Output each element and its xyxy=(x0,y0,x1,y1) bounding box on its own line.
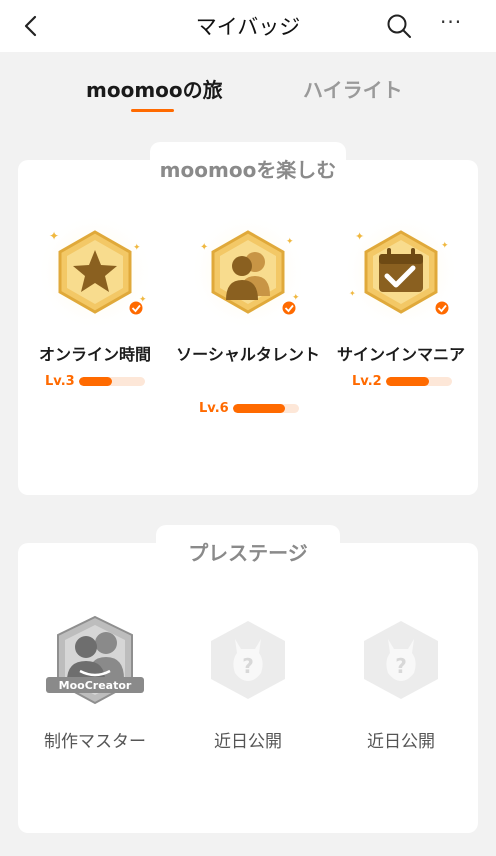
calendar-check-icon: ✦ ✦ ✦ xyxy=(343,214,459,330)
star-icon: ✦ ✦ ✦ xyxy=(37,214,153,330)
badge-coming-soon-1[interactable]: ? 近日公開 xyxy=(173,605,323,755)
moocreator-badge-icon: MooCreator xyxy=(46,615,144,705)
level-row: Lv.6 xyxy=(199,401,299,416)
svg-text:?: ? xyxy=(395,654,407,678)
tab-moomoo-journey[interactable]: moomooの旅 xyxy=(86,74,223,103)
level-progress-fill xyxy=(385,377,429,386)
page-title: マイバッジ xyxy=(195,15,301,39)
section-title-enjoy: moomooを楽しむ xyxy=(150,142,346,186)
badge-name: 近日公開 xyxy=(367,732,435,752)
svg-text:✦: ✦ xyxy=(133,243,141,253)
badge-name: 近日公開 xyxy=(214,732,282,752)
svg-text:✦: ✦ xyxy=(286,237,294,247)
badge-name: オンライン時間 xyxy=(38,345,151,364)
svg-text:✦: ✦ xyxy=(200,242,208,253)
question-badge-icon: ? xyxy=(211,621,285,699)
emblem-text: MooCreator xyxy=(59,679,132,692)
tab-bar: moomooの旅 ハイライト xyxy=(0,52,496,124)
question-badge-icon: ? xyxy=(364,621,438,699)
section-title-prestige: プレステージ xyxy=(156,525,340,569)
level-label: Lv.3 xyxy=(45,374,75,389)
svg-text:?: ? xyxy=(242,654,254,678)
badge-online-time[interactable]: ✦ ✦ ✦ オンライン時間 Lv.3 xyxy=(20,210,170,410)
active-tab-indicator xyxy=(131,109,174,112)
level-row: Lv.3 xyxy=(45,374,145,389)
level-label: Lv.2 xyxy=(352,374,382,389)
svg-text:✦: ✦ xyxy=(355,230,364,243)
svg-text:✦: ✦ xyxy=(441,241,449,251)
more-icon[interactable]: ··· xyxy=(440,10,462,34)
tab-highlights[interactable]: ハイライト xyxy=(303,74,403,103)
level-progress-bar xyxy=(78,377,145,386)
badge-name: 制作マスター xyxy=(44,732,146,752)
badge-sign-in-mania[interactable]: ✦ ✦ ✦ サインインマニア Lv.2 xyxy=(326,210,476,410)
svg-text:✦: ✦ xyxy=(49,229,59,243)
level-progress-bar xyxy=(385,377,452,386)
level-progress-bar xyxy=(232,404,299,413)
badge-creation-master[interactable]: MooCreator 制作マスター xyxy=(20,605,170,755)
search-icon[interactable] xyxy=(386,13,412,39)
level-progress-fill xyxy=(78,377,112,386)
nav-bar: マイバッジ ··· xyxy=(0,0,496,52)
level-row: Lv.2 xyxy=(352,374,452,389)
level-progress-fill xyxy=(232,404,286,413)
badge-name: ソーシャルタレント xyxy=(176,345,320,364)
svg-text:✦: ✦ xyxy=(349,289,356,298)
level-label: Lv.6 xyxy=(199,401,229,416)
badge-coming-soon-2[interactable]: ? 近日公開 xyxy=(326,605,476,755)
badge-social-talent[interactable]: ✦ ✦ ✦ ソーシャルタレント Lv.6 xyxy=(173,210,323,430)
badge-name: サインインマニア xyxy=(336,345,465,364)
people-icon: ✦ ✦ ✦ xyxy=(190,214,306,330)
